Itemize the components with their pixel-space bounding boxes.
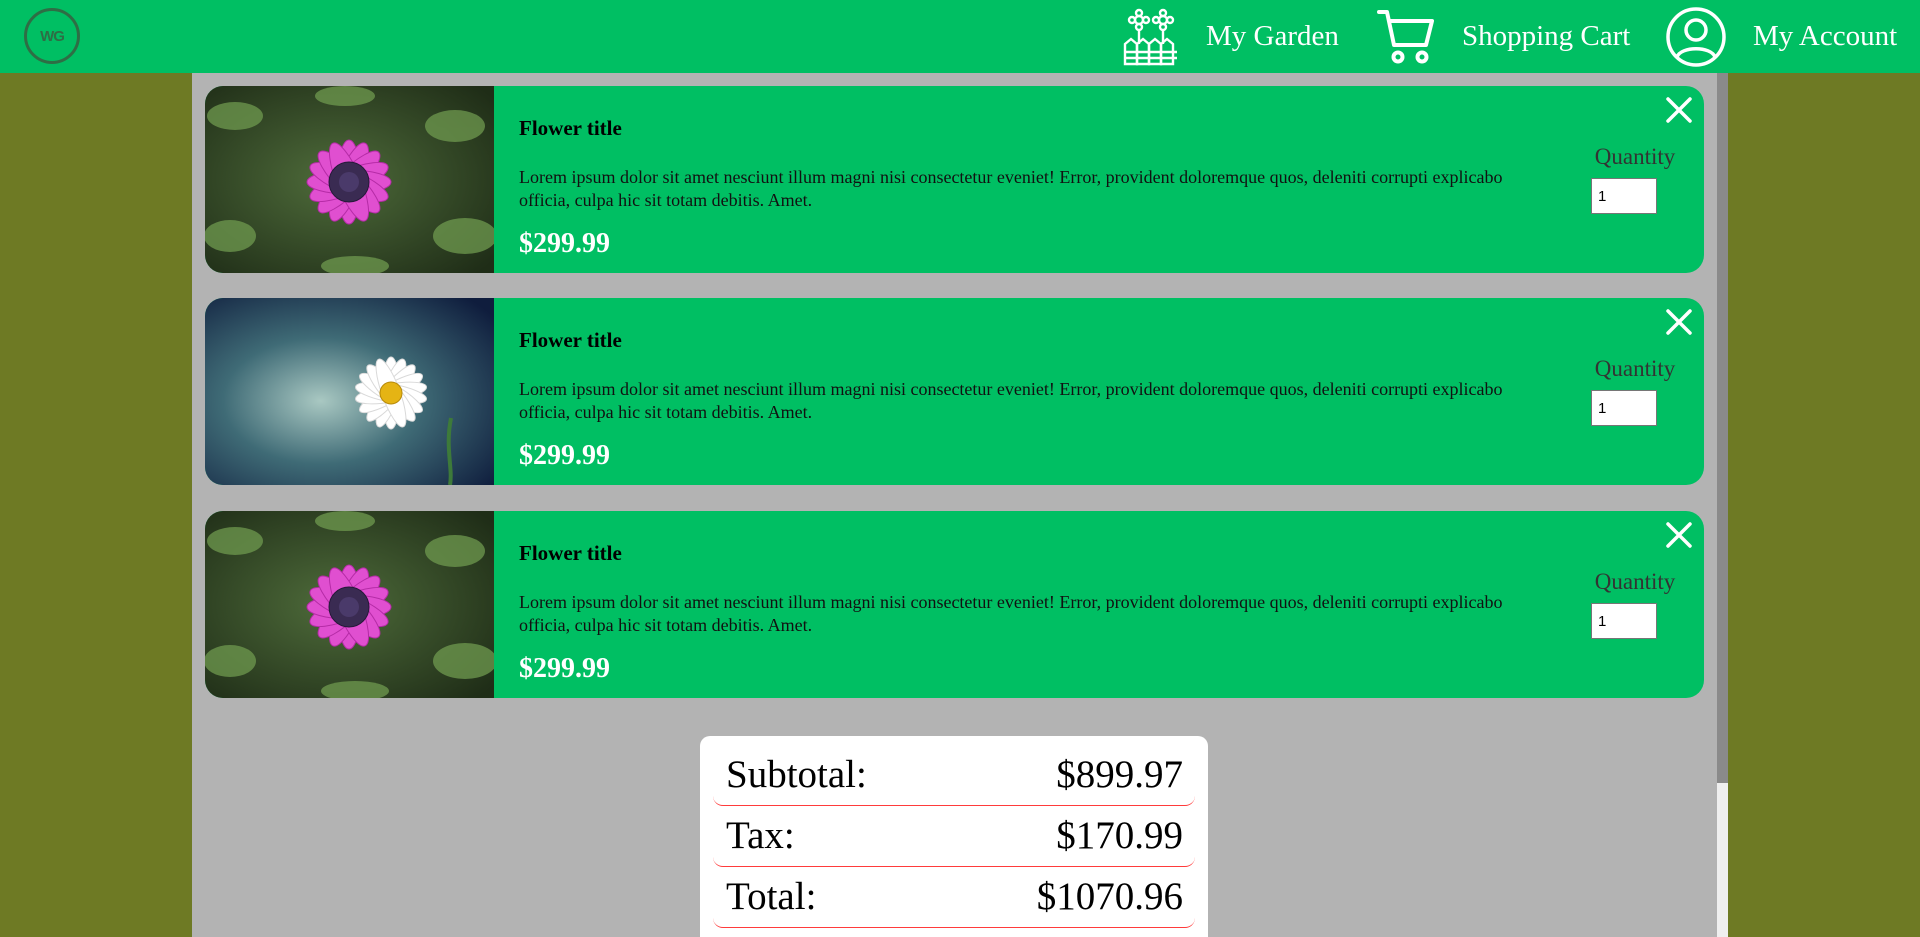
item-price: $299.99 — [519, 440, 610, 471]
item-title: Flower title — [519, 116, 622, 140]
logo-text: WG — [40, 27, 65, 45]
subtotal-label: Subtotal: — [726, 753, 867, 796]
nav-my-account-label: My Account — [1753, 20, 1898, 52]
nav-my-garden-label: My Garden — [1206, 20, 1339, 52]
quantity-input[interactable] — [1591, 178, 1657, 214]
flower-image-white-daisy — [205, 298, 494, 485]
cart-item: Flower title Lorem ipsum dolor sit amet … — [205, 511, 1704, 698]
account-icon — [1665, 6, 1727, 68]
flower-image-pink-daisy — [205, 511, 494, 698]
item-description: Lorem ipsum dolor sit amet nesciunt illu… — [519, 592, 1503, 635]
tax-label: Tax: — [726, 814, 795, 857]
quantity-label: Quantity — [1594, 144, 1676, 169]
close-icon — [1666, 97, 1692, 123]
remove-item-button[interactable] — [1663, 94, 1695, 126]
nav-my-garden[interactable]: My Garden — [1122, 0, 1339, 73]
item-description: Lorem ipsum dolor sit amet nesciunt illu… — [519, 379, 1503, 422]
order-summary: Subtotal: $899.97 Tax: $170.99 Total: $1… — [700, 736, 1208, 937]
quantity-input[interactable] — [1591, 390, 1657, 426]
item-title: Flower title — [519, 541, 622, 565]
nav-shopping-cart-label: Shopping Cart — [1462, 20, 1631, 52]
nav-my-account[interactable]: My Account — [1665, 0, 1897, 73]
tax-row: Tax: $170.99 — [713, 809, 1195, 867]
remove-item-button[interactable] — [1663, 519, 1695, 551]
remove-item-button[interactable] — [1663, 306, 1695, 338]
garden-icon — [1122, 8, 1180, 66]
total-value: $1070.96 — [1036, 875, 1183, 918]
tax-value: $170.99 — [1056, 814, 1183, 857]
subtotal-value: $899.97 — [1056, 753, 1183, 796]
top-nav-bar: WG My Garden Shopping Cart My Account — [0, 0, 1920, 73]
quantity-input[interactable] — [1591, 603, 1657, 639]
shopping-cart-icon — [1376, 7, 1436, 67]
nav-shopping-cart[interactable]: Shopping Cart — [1376, 0, 1630, 73]
cart-item: Flower title Lorem ipsum dolor sit amet … — [205, 298, 1704, 485]
item-title: Flower title — [519, 328, 622, 352]
quantity-label: Quantity — [1594, 356, 1676, 381]
flower-image-pink-daisy — [205, 86, 494, 273]
close-icon — [1666, 309, 1692, 335]
item-description: Lorem ipsum dolor sit amet nesciunt illu… — [519, 167, 1503, 210]
quantity-label: Quantity — [1594, 569, 1676, 594]
item-price: $299.99 — [519, 228, 610, 259]
total-row: Total: $1070.96 — [713, 870, 1195, 928]
logo[interactable]: WG — [24, 8, 80, 64]
item-price: $299.99 — [519, 653, 610, 684]
subtotal-row: Subtotal: $899.97 — [713, 748, 1195, 806]
cart-item: Flower title Lorem ipsum dolor sit amet … — [205, 86, 1704, 273]
close-icon — [1666, 522, 1692, 548]
total-label: Total: — [726, 875, 817, 918]
scrollbar-thumb[interactable] — [1717, 73, 1728, 783]
